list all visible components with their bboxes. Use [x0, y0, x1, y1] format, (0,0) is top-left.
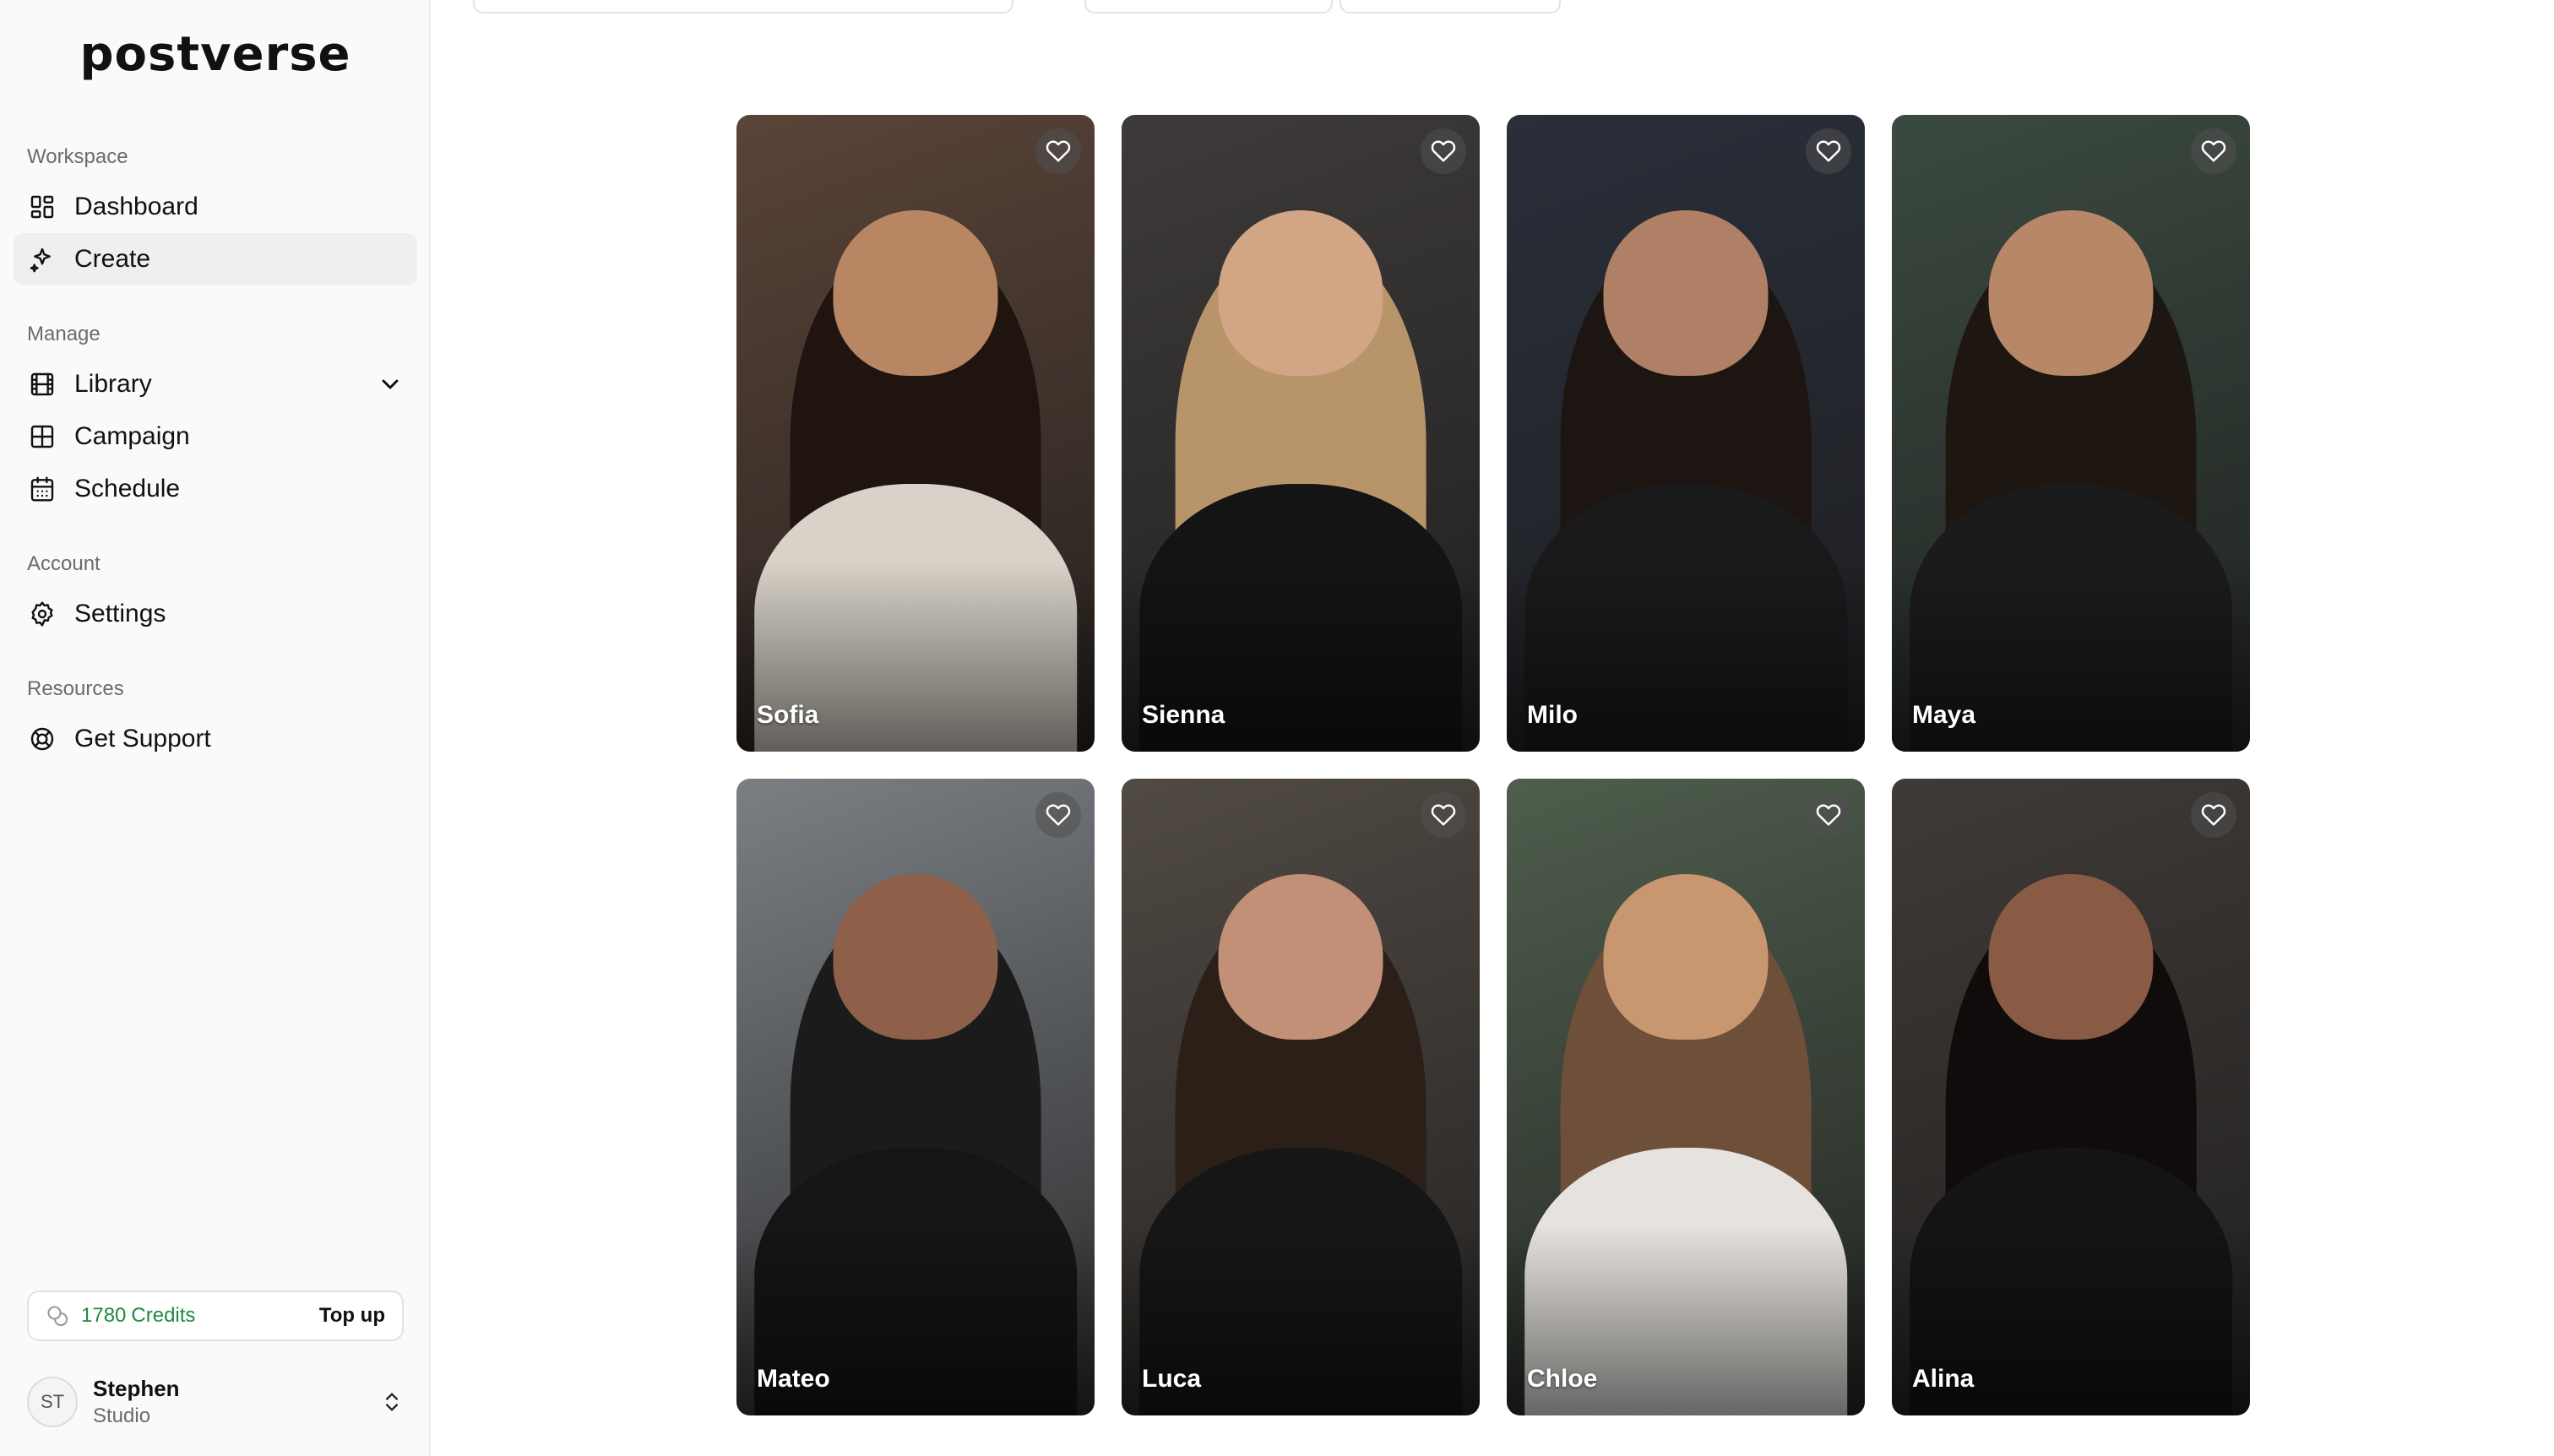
- heart-icon: [1816, 140, 1841, 162]
- model-gallery: Sofia Sienna Milo Maya Mateo Luca Chloe Alina: [736, 115, 2250, 1415]
- sidebar-item-label: Get Support: [74, 725, 211, 752]
- heart-icon: [1431, 804, 1456, 826]
- sidebar-item-label: Schedule: [74, 475, 181, 503]
- lifebuoy-icon: [30, 727, 54, 751]
- sidebar-item-get-support[interactable]: Get Support: [14, 713, 417, 765]
- model-card[interactable]: Milo: [1507, 115, 1865, 752]
- chevron-down-icon[interactable]: [377, 371, 404, 398]
- model-card[interactable]: Sienna: [1122, 115, 1480, 752]
- section-label: Workspace: [27, 145, 128, 168]
- favorite-button[interactable]: [1806, 792, 1851, 838]
- model-name: Chloe: [1527, 1365, 1598, 1393]
- user-account-switcher[interactable]: ST Stephen Studio: [27, 1375, 404, 1429]
- sidebar-item-dashboard[interactable]: Dashboard: [14, 181, 417, 233]
- favorite-button[interactable]: [1421, 128, 1466, 174]
- heart-icon: [1046, 804, 1071, 826]
- nav-section-manage: Manage Library Campaign Schedule: [0, 304, 431, 515]
- logo-text: postverse: [79, 26, 351, 82]
- nav-section-workspace: Workspace Dashboard Create: [0, 127, 431, 285]
- favorite-button[interactable]: [2191, 792, 2236, 838]
- sidebar-item-label: Create: [74, 245, 151, 273]
- model-name: Alina: [1912, 1365, 1975, 1393]
- sidebar-item-campaign[interactable]: Campaign: [14, 410, 417, 463]
- search-field-stub[interactable]: [473, 0, 1013, 14]
- model-card[interactable]: Maya: [1892, 115, 2250, 752]
- sidebar-item-create[interactable]: Create: [14, 233, 417, 285]
- model-name: Milo: [1527, 701, 1578, 729]
- model-name: Mateo: [757, 1365, 830, 1393]
- top-up-button[interactable]: Top up: [319, 1304, 385, 1328]
- user-info: Stephen Studio: [93, 1375, 180, 1430]
- grid-icon: [30, 425, 54, 448]
- nav-section-resources: Resources Get Support: [0, 659, 431, 765]
- nav-section-account: Account Settings: [0, 534, 431, 640]
- heart-icon: [2201, 804, 2226, 826]
- gear-icon: [31, 601, 53, 627]
- sidebar-item-label: Settings: [74, 600, 166, 627]
- user-org: Studio: [93, 1404, 151, 1428]
- model-card[interactable]: Mateo: [736, 779, 1095, 1415]
- sidebar-item-schedule[interactable]: Schedule: [14, 463, 417, 515]
- model-card[interactable]: Luca: [1122, 779, 1480, 1415]
- heart-icon: [1046, 140, 1071, 162]
- sidebar-item-library[interactable]: Library: [14, 358, 417, 410]
- favorite-button[interactable]: [1806, 128, 1851, 174]
- sidebar-item-label: Dashboard: [74, 193, 198, 220]
- model-card[interactable]: Chloe: [1507, 779, 1865, 1415]
- chevrons-up-down-icon: [386, 1393, 398, 1411]
- calendar-icon: [30, 476, 54, 502]
- favorite-button[interactable]: [2191, 128, 2236, 174]
- sidebar: postverse Workspace Dashboard Create Manage…: [0, 0, 431, 1456]
- model-card[interactable]: Alina: [1892, 779, 2250, 1415]
- model-name: Sofia: [757, 701, 819, 729]
- credits-amount: 1780: [81, 1304, 127, 1327]
- favorite-button[interactable]: [1035, 792, 1081, 838]
- sidebar-item-settings[interactable]: Settings: [14, 588, 417, 640]
- filter-dropdown-stub[interactable]: [1084, 0, 1333, 14]
- top-toolbar: [431, 0, 2554, 19]
- favorite-button[interactable]: [1421, 792, 1466, 838]
- credits-label: Credits: [131, 1304, 196, 1327]
- user-name: Stephen: [93, 1375, 180, 1401]
- model-card[interactable]: Sofia: [736, 115, 1095, 752]
- dashboard-icon: [30, 195, 54, 219]
- heart-icon: [1431, 140, 1456, 162]
- coins-icon: [47, 1306, 68, 1327]
- avatar: ST: [27, 1377, 78, 1427]
- sidebar-item-label: Library: [74, 370, 152, 398]
- favorite-button[interactable]: [1035, 128, 1081, 174]
- sparkles-icon: [30, 247, 51, 273]
- heart-icon: [1816, 804, 1841, 826]
- heart-icon: [2201, 140, 2226, 162]
- app-root: postverse Workspace Dashboard Create Manage…: [0, 0, 2554, 1456]
- sidebar-nav: Workspace Dashboard Create Manage Library Cam…: [0, 127, 431, 784]
- credits-widget[interactable]: 1780 Credits Top up: [27, 1290, 404, 1341]
- model-name: Maya: [1912, 701, 1976, 729]
- section-label: Resources: [27, 677, 124, 700]
- section-label: Account: [27, 552, 101, 575]
- app-logo[interactable]: postverse: [0, 20, 431, 88]
- sort-dropdown-stub[interactable]: [1339, 0, 1561, 14]
- sidebar-item-label: Campaign: [74, 422, 190, 450]
- section-label: Manage: [27, 323, 101, 345]
- film-icon: [30, 372, 54, 396]
- model-name: Luca: [1142, 1365, 1202, 1393]
- model-name: Sienna: [1142, 701, 1225, 729]
